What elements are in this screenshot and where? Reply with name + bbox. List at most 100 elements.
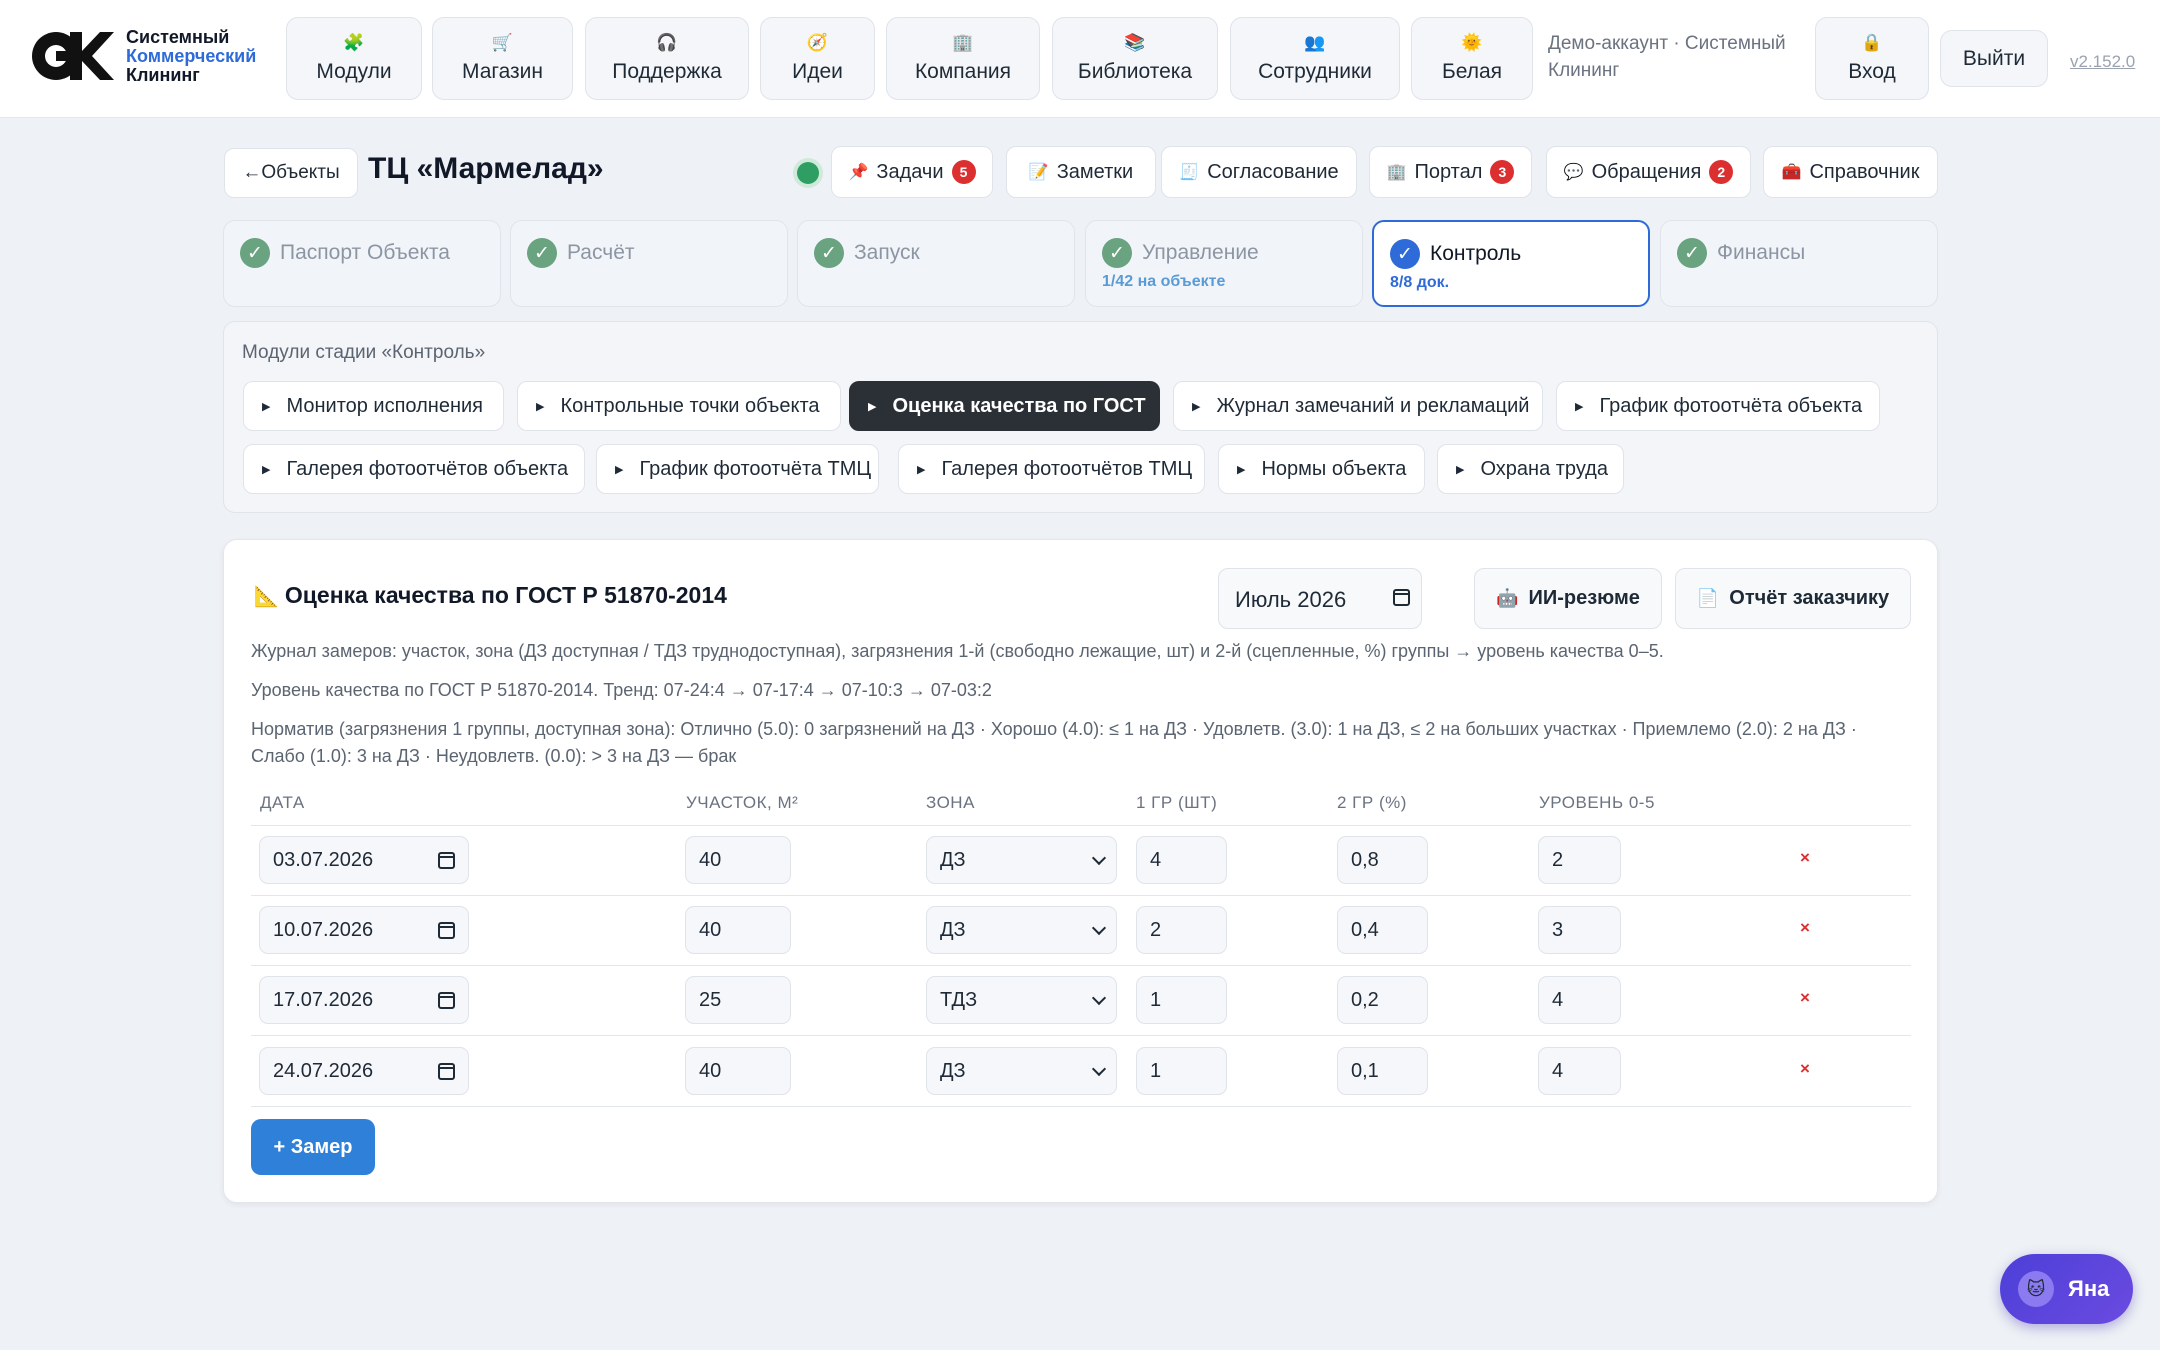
calendar-icon bbox=[438, 852, 455, 869]
sun-icon: 🌞 bbox=[1461, 32, 1483, 52]
module-label: Контрольные точки объекта bbox=[560, 394, 820, 417]
stage-finance[interactable]: ✓ Финансы bbox=[1660, 220, 1938, 307]
group1-input[interactable]: 1 bbox=[1136, 1047, 1227, 1095]
speech-bubble-icon: 💬 bbox=[1563, 164, 1584, 181]
table-divider bbox=[251, 825, 1911, 826]
delete-row-button[interactable]: × bbox=[1800, 918, 1810, 938]
trend-description: Уровень качества по ГОСТ Р 51870-2014. Т… bbox=[251, 680, 992, 700]
logout-button[interactable]: Выйти bbox=[1940, 30, 2048, 87]
group1-input[interactable]: 4 bbox=[1136, 836, 1227, 884]
notes-button[interactable]: 📝 Заметки bbox=[1006, 146, 1156, 198]
login-button[interactable]: 🔒 Вход bbox=[1815, 17, 1929, 100]
zone-select[interactable]: ДЗ bbox=[926, 1047, 1117, 1095]
row-divider bbox=[251, 1035, 1911, 1036]
module-labor-safety[interactable]: ▶ Охрана труда bbox=[1437, 444, 1624, 494]
client-report-button[interactable]: 📄 Отчёт заказчику bbox=[1675, 568, 1911, 629]
module-label: График фотоотчёта объекта bbox=[1599, 394, 1863, 417]
group2-input[interactable]: 0,1 bbox=[1337, 1047, 1428, 1095]
level-input[interactable]: 3 bbox=[1538, 906, 1621, 954]
portal-button[interactable]: 🏢 Портал 3 bbox=[1369, 146, 1532, 198]
module-photo-gallery-object[interactable]: ▶ Галерея фотоотчётов объекта bbox=[243, 444, 585, 494]
group2-input[interactable]: 0,2 bbox=[1337, 976, 1428, 1024]
add-measurement-button[interactable]: + Замер bbox=[251, 1119, 375, 1175]
date-input[interactable]: 24.07.2026 bbox=[259, 1047, 469, 1095]
module-control-points[interactable]: ▶ Контрольные точки объекта bbox=[517, 381, 841, 431]
puzzle-icon: 🧩 bbox=[343, 32, 365, 52]
level-input[interactable]: 4 bbox=[1538, 976, 1621, 1024]
level-input[interactable]: 4 bbox=[1538, 1047, 1621, 1095]
zone-value: ТДЗ bbox=[940, 988, 978, 1011]
module-gost-quality[interactable]: ▶ Оценка качества по ГОСТ bbox=[849, 381, 1160, 431]
nav-library-button[interactable]: 📚 Библиотека bbox=[1052, 17, 1218, 100]
column-header-date: ДАТА bbox=[260, 793, 305, 812]
stage-passport[interactable]: ✓ Паспорт Объекта bbox=[223, 220, 501, 307]
date-input[interactable]: 17.07.2026 bbox=[259, 976, 469, 1024]
nav-company-button[interactable]: 🏢 Компания bbox=[886, 17, 1040, 100]
brand-logo[interactable]: Системный Коммерческий Клининг bbox=[30, 26, 256, 86]
nav-support-button[interactable]: 🎧 Поддержка bbox=[585, 17, 749, 100]
group2-input[interactable]: 0,4 bbox=[1337, 906, 1428, 954]
nav-staff-button[interactable]: 👥 Сотрудники bbox=[1230, 17, 1400, 100]
zone-value: ДЗ bbox=[940, 918, 966, 941]
zone-select[interactable]: ТДЗ bbox=[926, 976, 1117, 1024]
group2-input[interactable]: 0,8 bbox=[1337, 836, 1428, 884]
area-input[interactable]: 40 bbox=[685, 906, 791, 954]
theme-toggle-button[interactable]: 🌞 Белая bbox=[1411, 17, 1533, 100]
module-execution-monitor[interactable]: ▶ Монитор исполнения bbox=[243, 381, 504, 431]
tasks-button[interactable]: 📌 Задачи 5 bbox=[831, 146, 993, 198]
stage-label: Запуск bbox=[854, 241, 920, 264]
check-icon: ✓ bbox=[1390, 239, 1420, 269]
group1-input[interactable]: 2 bbox=[1136, 906, 1227, 954]
delete-row-button[interactable]: × bbox=[1800, 988, 1810, 1008]
stage-calculation[interactable]: ✓ Расчёт bbox=[510, 220, 788, 307]
version-link[interactable]: v2.152.0 bbox=[2070, 52, 2135, 72]
stage-label: Управление bbox=[1142, 241, 1259, 264]
nav-shop-button[interactable]: 🛒 Магазин bbox=[432, 17, 573, 100]
date-input[interactable]: 10.07.2026 bbox=[259, 906, 469, 954]
requests-button[interactable]: 💬 Обращения 2 bbox=[1546, 146, 1751, 198]
module-photo-schedule-tmc[interactable]: ▶ График фотоотчёта ТМЦ bbox=[596, 444, 879, 494]
module-photo-gallery-tmc[interactable]: ▶ Галерея фотоотчётов ТМЦ bbox=[898, 444, 1205, 494]
stage-control[interactable]: ✓ Контроль 8/8 док. bbox=[1372, 220, 1650, 307]
area-input[interactable]: 25 bbox=[685, 976, 791, 1024]
module-complaints-log[interactable]: ▶ Журнал замечаний и рекламаций bbox=[1173, 381, 1543, 431]
area-input[interactable]: 40 bbox=[685, 1047, 791, 1095]
cart-icon: 🛒 bbox=[491, 32, 514, 52]
nav-label: Магазин bbox=[461, 59, 543, 83]
stage-launch[interactable]: ✓ Запуск bbox=[797, 220, 1075, 307]
module-object-norms[interactable]: ▶ Нормы объекта bbox=[1218, 444, 1425, 494]
reference-button[interactable]: 🧰 Справочник bbox=[1763, 146, 1938, 198]
date-value: 24.07.2026 bbox=[273, 1059, 374, 1082]
nav-label: Белая bbox=[1441, 59, 1503, 83]
nav-modules-button[interactable]: 🧩 Модули bbox=[286, 17, 422, 100]
calendar-icon bbox=[438, 922, 455, 939]
triangle-ruler-icon: 📐 bbox=[254, 586, 279, 608]
nav-ideas-button[interactable]: 🧭 Идеи bbox=[760, 17, 875, 100]
zone-select[interactable]: ДЗ bbox=[926, 836, 1117, 884]
nav-label: Библиотека bbox=[1077, 59, 1193, 83]
triangle-right-icon: ▶ bbox=[536, 400, 545, 413]
brand-line-1: Системный bbox=[126, 26, 230, 47]
portal-label: Портал bbox=[1414, 160, 1483, 183]
area-input[interactable]: 40 bbox=[685, 836, 791, 884]
building-icon: 🏢 bbox=[952, 32, 974, 52]
assistant-button[interactable]: 🐱 Яна bbox=[2000, 1254, 2133, 1324]
check-icon: ✓ bbox=[1102, 238, 1132, 268]
approval-button[interactable]: 🧾 Согласование bbox=[1161, 146, 1357, 198]
people-icon: 👥 bbox=[1304, 32, 1326, 52]
zone-select[interactable]: ДЗ bbox=[926, 906, 1117, 954]
ai-summary-button[interactable]: 🤖 ИИ-резюме bbox=[1474, 568, 1662, 629]
delete-row-button[interactable]: × bbox=[1800, 848, 1810, 868]
back-to-objects-button[interactable]: ←Объекты bbox=[224, 148, 358, 198]
delete-row-button[interactable]: × bbox=[1800, 1059, 1810, 1079]
row-divider bbox=[251, 1106, 1911, 1107]
nav-label: Модули bbox=[316, 59, 392, 83]
level-input[interactable]: 2 bbox=[1538, 836, 1621, 884]
module-photo-schedule-object[interactable]: ▶ График фотоотчёта объекта bbox=[1556, 381, 1880, 431]
month-picker[interactable]: Июль 2026 bbox=[1218, 568, 1422, 629]
date-input[interactable]: 03.07.2026 bbox=[259, 836, 469, 884]
stage-management[interactable]: ✓ Управление 1/42 на объекте bbox=[1085, 220, 1363, 307]
triangle-right-icon: ▶ bbox=[1456, 463, 1465, 476]
group1-input[interactable]: 1 bbox=[1136, 976, 1227, 1024]
stamp-icon: 🧾 bbox=[1179, 164, 1200, 181]
